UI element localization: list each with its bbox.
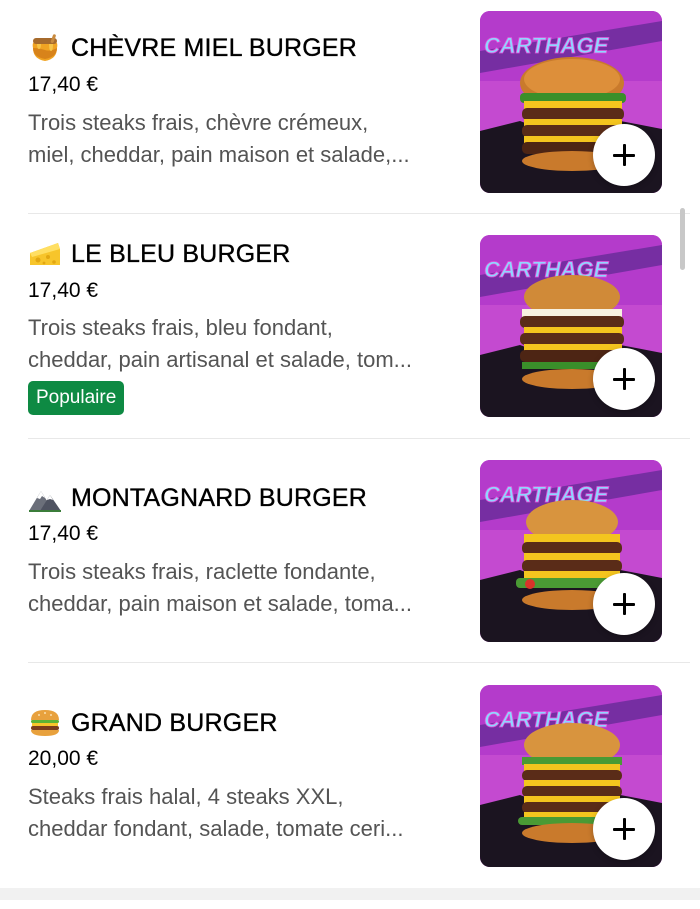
item-divider [28, 662, 690, 663]
burger-icon [31, 710, 59, 736]
item-price: 17,40 € [28, 73, 99, 96]
description-line: cheddar, pain maison et salade, toma... [28, 591, 413, 616]
honey-pot-icon [32, 34, 58, 61]
item-divider [28, 438, 690, 439]
add-to-cart-button[interactable] [593, 348, 655, 410]
plus-icon [613, 818, 635, 840]
item-title: LE BLEU BURGER [71, 239, 291, 268]
item-price: 17,40 € [28, 522, 99, 545]
menu-item-grand-burger[interactable]: GRAND BURGER 20,00 € Steaks frais halal,… [28, 684, 690, 909]
item-title: CHÈVRE MIEL BURGER [71, 33, 358, 62]
description-line: cheddar, pain artisanal et salade, tom..… [28, 347, 413, 372]
item-description: Trois steaks frais, raclette fondante, c… [28, 556, 468, 620]
item-title-row: GRAND BURGER [28, 708, 278, 738]
item-title: GRAND BURGER [71, 708, 278, 737]
plus-icon [613, 368, 635, 390]
scrollbar[interactable] [680, 208, 685, 270]
item-title-row: LE BLEU BURGER [28, 239, 291, 269]
menu-item-le-bleu-burger[interactable]: LE BLEU BURGER 17,40 € Trois steaks frai… [28, 234, 690, 459]
description-line: miel, cheddar, pain maison et salade,... [28, 142, 410, 167]
item-divider [28, 213, 690, 214]
item-title-row: MONTAGNARD BURGER [28, 483, 367, 513]
plus-icon [613, 144, 635, 166]
menu-item-chevre-miel-burger[interactable]: CHÈVRE MIEL BURGER 17,40 € Trois steaks … [28, 10, 690, 235]
item-title-row: CHÈVRE MIEL BURGER [28, 33, 357, 63]
item-description: Steaks frais halal, 4 steaks XXL, chedda… [28, 781, 468, 845]
plus-icon [613, 593, 635, 615]
add-to-cart-button[interactable] [593, 573, 655, 635]
mountain-icon [29, 491, 61, 512]
item-price: 20,00 € [28, 747, 99, 770]
menu-item-montagnard-burger[interactable]: MONTAGNARD BURGER 17,40 € Trois steaks f… [28, 459, 690, 684]
item-description: Trois steaks frais, chèvre crémeux, miel… [28, 107, 468, 171]
add-to-cart-button[interactable] [593, 124, 655, 186]
popular-badge: Populaire [28, 381, 125, 415]
description-line: cheddar fondant, salade, tomate ceri... [28, 816, 404, 841]
cheese-icon [30, 243, 60, 265]
description-line: Trois steaks frais, chèvre crémeux, [28, 110, 369, 135]
item-title: MONTAGNARD BURGER [71, 483, 368, 512]
add-to-cart-button[interactable] [593, 798, 655, 860]
bottom-separator [0, 888, 700, 900]
item-price: 17,40 € [28, 279, 99, 302]
image-brand-text: CARTHAGE [484, 33, 610, 58]
description-line: Trois steaks frais, raclette fondante, [28, 559, 376, 584]
description-line: Steaks frais halal, 4 steaks XXL, [28, 784, 344, 809]
item-description: Trois steaks frais, bleu fondant, chedda… [28, 312, 468, 376]
description-line: Trois steaks frais, bleu fondant, [28, 315, 333, 340]
